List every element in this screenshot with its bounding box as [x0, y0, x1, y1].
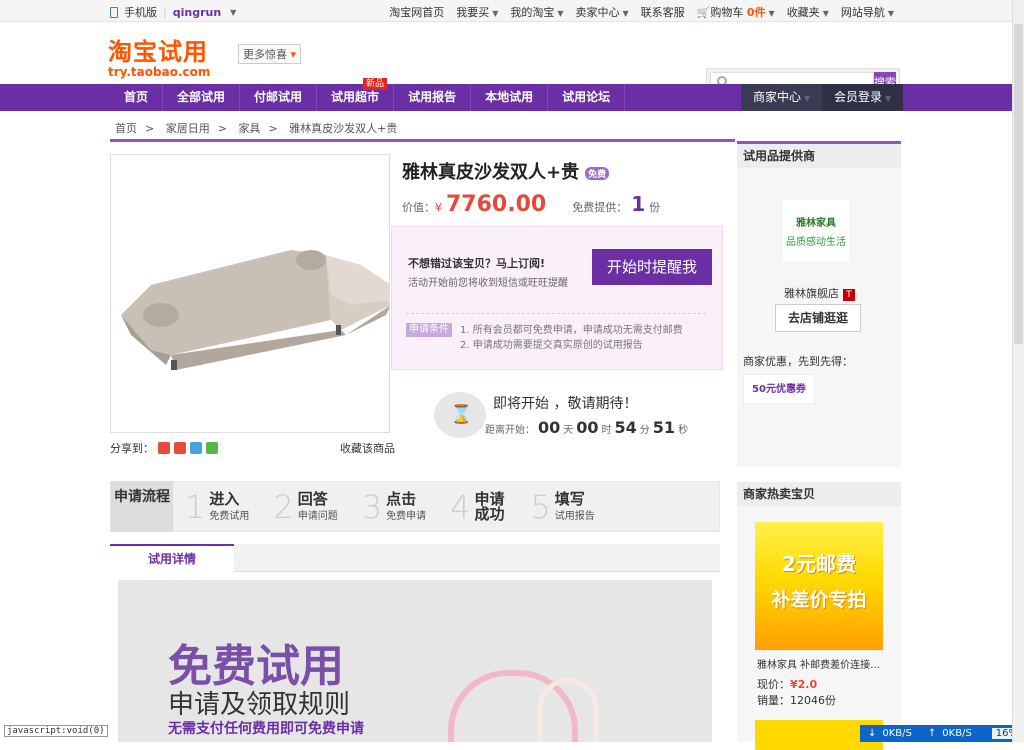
brand-logo[interactable]: 雅林家具 品质感动生活 — [783, 200, 849, 262]
coupon[interactable]: 50元优惠券 — [743, 374, 815, 404]
share-bar: 分享到： — [110, 440, 218, 456]
hot-item-image[interactable]: 2元邮费 补差价专拍 — [755, 522, 883, 650]
visit-shop-button[interactable]: 去店铺逛逛 — [775, 304, 861, 332]
top-link-seller[interactable]: 卖家中心 ▼ — [576, 4, 629, 20]
weibo-icon[interactable] — [158, 442, 170, 454]
breadcrumb-current: 雅林真皮沙发双人+贵 — [289, 122, 398, 135]
apply-process: 申请流程 1 进入 免费试用 2 回答 申请问题 3 点击 免费申请 4 申请成功 5 填写 试用… — [110, 481, 720, 532]
top-link-fav[interactable]: 收藏夹 ▼ — [787, 4, 829, 20]
product-image[interactable] — [110, 154, 391, 433]
countdown: 距离开始： 00 天 00 时 54 分 51 秒 — [485, 418, 689, 437]
top-link-home[interactable]: 淘宝网首页 — [389, 4, 444, 20]
top-link-cart[interactable]: 🛒购物车 0件 ▼ — [697, 4, 775, 20]
new-badge: 新品 — [363, 78, 388, 90]
mobile-icon[interactable] — [110, 6, 118, 18]
nav-report[interactable]: 试用报告 — [394, 84, 472, 111]
hot-item-title[interactable]: 雅林家具 补邮费差价连接… — [757, 656, 880, 671]
hourglass-icon — [434, 392, 486, 438]
rules-banner: 免费试用 申请及领取规则 无需支付任何费用即可免费申请 — [118, 580, 712, 742]
nav-postage[interactable]: 付邮试用 — [240, 84, 318, 111]
product-title: 雅林真皮沙发双人+贵 免费 — [402, 158, 610, 184]
nav-forum[interactable]: 试用论坛 — [548, 84, 626, 111]
supplier-panel: 试用品提供商 雅林家具 品质感动生活 雅林旗舰店 T 去店铺逛逛 商家优惠，先到先… — [737, 141, 901, 467]
status-bar-url: javascript:void(0) — [4, 725, 108, 737]
favorite-link[interactable]: 收藏该商品 — [340, 440, 395, 456]
member-login-button[interactable]: 会员登录 ▼ — [822, 84, 904, 111]
taobao-share-icon[interactable] — [174, 442, 186, 454]
cart-icon: 🛒 — [696, 6, 711, 19]
breadcrumb-furniture[interactable]: 家具 — [238, 122, 260, 135]
nav-home[interactable]: 首页 — [110, 84, 164, 111]
top-link-service[interactable]: 联系客服 — [641, 4, 685, 20]
top-bar: 手机版 | qingrun ▼ 淘宝网首页 我要买 ▼ 我的淘宝 ▼ 卖家中心 ▼ 联… — [0, 0, 1024, 22]
main-nav: 首页 全部试用 付邮试用 试用超市 新品 试用报告 本地试用 试用论坛 商家中心 ▼… — [0, 78, 1024, 111]
nav-local[interactable]: 本地试用 — [471, 84, 549, 111]
product-price: 7760.00 — [446, 192, 547, 217]
hot-items-panel: 商家热卖宝贝 2元邮费 补差价专拍 雅林家具 补邮费差价连接… 现价：¥2.0 … — [737, 482, 901, 750]
header: 淘宝试用 try.taobao.com 更多惊喜 ▾ 搜索 — [0, 22, 1024, 96]
more-surprise-button[interactable]: 更多惊喜 ▾ — [238, 44, 302, 64]
mobile-link[interactable]: 手机版 — [124, 4, 157, 20]
nav-all[interactable]: 全部试用 — [163, 84, 241, 111]
qzone-icon[interactable] — [190, 442, 202, 454]
free-count: 1 — [631, 192, 646, 216]
site-logo[interactable]: 淘宝试用 try.taobao.com — [108, 32, 226, 79]
shop-name[interactable]: 雅林旗舰店 T — [784, 285, 855, 301]
divider — [110, 139, 735, 142]
user-link[interactable]: qingrun — [173, 6, 221, 19]
tmall-icon: T — [843, 289, 855, 301]
seller-center-button[interactable]: 商家中心 ▼ — [741, 84, 823, 111]
network-monitor: ↓ 0KB/S ↑ 0KB/S 16% — [860, 725, 1022, 742]
chevron-down-icon[interactable]: ▼ — [230, 8, 236, 17]
detail-tabs: 试用详情 — [110, 544, 720, 572]
breadcrumb-home[interactable]: 首页 — [115, 122, 137, 135]
nav-supermarket[interactable]: 试用超市 新品 — [317, 78, 395, 111]
upload-icon: ↑ — [927, 728, 937, 739]
douban-icon[interactable] — [206, 442, 218, 454]
download-icon: ↓ — [868, 728, 877, 739]
condition-label: 申请条件 — [406, 323, 452, 337]
free-badge: 免费 — [585, 166, 610, 180]
breadcrumb-home-goods[interactable]: 家居日用 — [166, 122, 210, 135]
reminder-panel: 不想错过该宝贝？马上订阅! 活动开始前您将收到短信或旺旺提醒 开始时提醒我 申请… — [391, 226, 723, 370]
coming-soon-text: 即将开始 ，敬请期待！ — [493, 396, 638, 412]
top-link-mytaobao[interactable]: 我的淘宝 ▼ — [510, 4, 563, 20]
top-link-buy[interactable]: 我要买 ▼ — [456, 4, 498, 20]
scrollbar[interactable] — [1012, 0, 1024, 742]
top-link-sitenav[interactable]: 网站导航 ▼ — [841, 4, 894, 20]
remind-me-button[interactable]: 开始时提醒我 — [592, 249, 712, 285]
tab-trial-detail[interactable]: 试用详情 — [110, 544, 234, 572]
price-row: 价值： ¥ 7760.00 免费提供： 1 份 — [402, 192, 661, 217]
breadcrumb: 首页 > 家居日用 > 家具 > 雅林真皮沙发双人+贵 — [115, 122, 398, 135]
